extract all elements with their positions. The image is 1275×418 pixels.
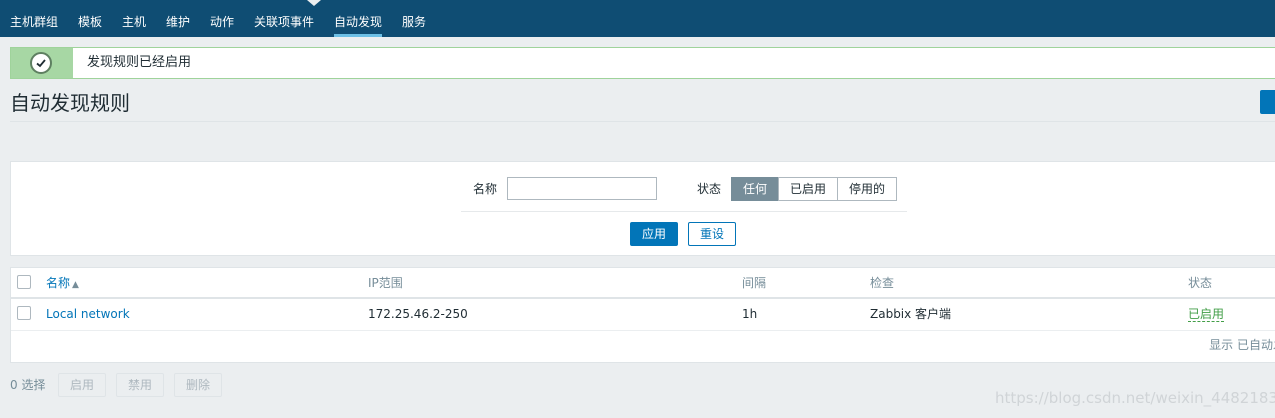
apply-button[interactable]: 应用 <box>630 222 678 246</box>
watermark: https://blog.csdn.net/weixin_44821839 <box>995 389 1275 407</box>
top-nav: 主机群组 模板 主机 维护 动作 关联项事件 自动发现 服务 <box>0 0 1275 37</box>
sort-asc-icon: ▲ <box>72 280 79 290</box>
nav-item-actions[interactable]: 动作 <box>210 0 234 37</box>
status-option-enabled[interactable]: 已启用 <box>778 177 838 201</box>
table-header-divider <box>11 297 1275 299</box>
message-text: 发现规则已经启用 <box>87 55 192 70</box>
filter-name-label: 名称 <box>473 182 498 196</box>
nav-item-services[interactable]: 服务 <box>402 0 426 37</box>
status-option-disabled[interactable]: 停用的 <box>837 177 897 201</box>
column-header-status: 状态 <box>1188 276 1213 290</box>
disable-button[interactable]: 禁用 <box>116 373 164 397</box>
selected-count: 0 选择 <box>10 378 46 392</box>
filter-divider <box>461 211 907 212</box>
page-title: 自动发现规则 <box>10 91 130 115</box>
filter-status-label: 状态 <box>697 182 722 196</box>
nav-item-templates[interactable]: 模板 <box>78 0 102 37</box>
nav-item-discovery[interactable]: 自动发现 <box>334 0 383 37</box>
nav-item-maintenance[interactable]: 维护 <box>166 0 190 37</box>
nav-item-event-correlation[interactable]: 关联项事件 <box>254 0 314 37</box>
rule-ip-range: 172.25.46.2-250 <box>368 307 468 321</box>
rule-status-toggle[interactable]: 已启用 <box>1188 307 1225 322</box>
header-divider <box>10 121 1275 122</box>
rule-interval: 1h <box>742 307 758 321</box>
nav-item-hosts[interactable]: 主机 <box>122 0 146 37</box>
success-message: 发现规则已经启用 <box>10 47 1275 79</box>
delete-button[interactable]: 删除 <box>174 373 222 397</box>
column-header-ip-range: IP范围 <box>368 276 403 290</box>
nav-item-host-groups[interactable]: 主机群组 <box>10 0 58 37</box>
rule-checks: Zabbix 客户端 <box>870 307 952 321</box>
table-row-divider <box>11 330 1275 331</box>
filter-panel: 名称 状态 任何 已启用 停用的 应用 重设 <box>10 161 1275 256</box>
paging-info: 显示 已自动发 <box>1209 338 1275 352</box>
column-header-name[interactable]: 名称 ▲ <box>46 268 79 298</box>
column-header-interval: 间隔 <box>742 276 767 290</box>
column-header-name-label: 名称 <box>46 276 71 290</box>
create-rule-button[interactable] <box>1260 90 1275 114</box>
discovery-rules-table: 名称 ▲ IP范围 间隔 检查 状态 Local network 172.25.4… <box>10 267 1275 363</box>
filter-name-input[interactable] <box>507 177 657 200</box>
check-icon <box>30 52 52 74</box>
select-all-checkbox[interactable] <box>17 275 31 289</box>
rule-status-cell: 已启用 <box>1188 299 1225 330</box>
column-header-checks: 检查 <box>870 276 895 290</box>
reset-button[interactable]: 重设 <box>688 222 736 246</box>
status-option-any[interactable]: 任何 <box>731 177 779 201</box>
rule-name-link[interactable]: Local network <box>46 299 130 330</box>
enable-button[interactable]: 启用 <box>58 373 106 397</box>
message-icon-box <box>11 48 73 78</box>
row-checkbox[interactable] <box>17 306 31 320</box>
